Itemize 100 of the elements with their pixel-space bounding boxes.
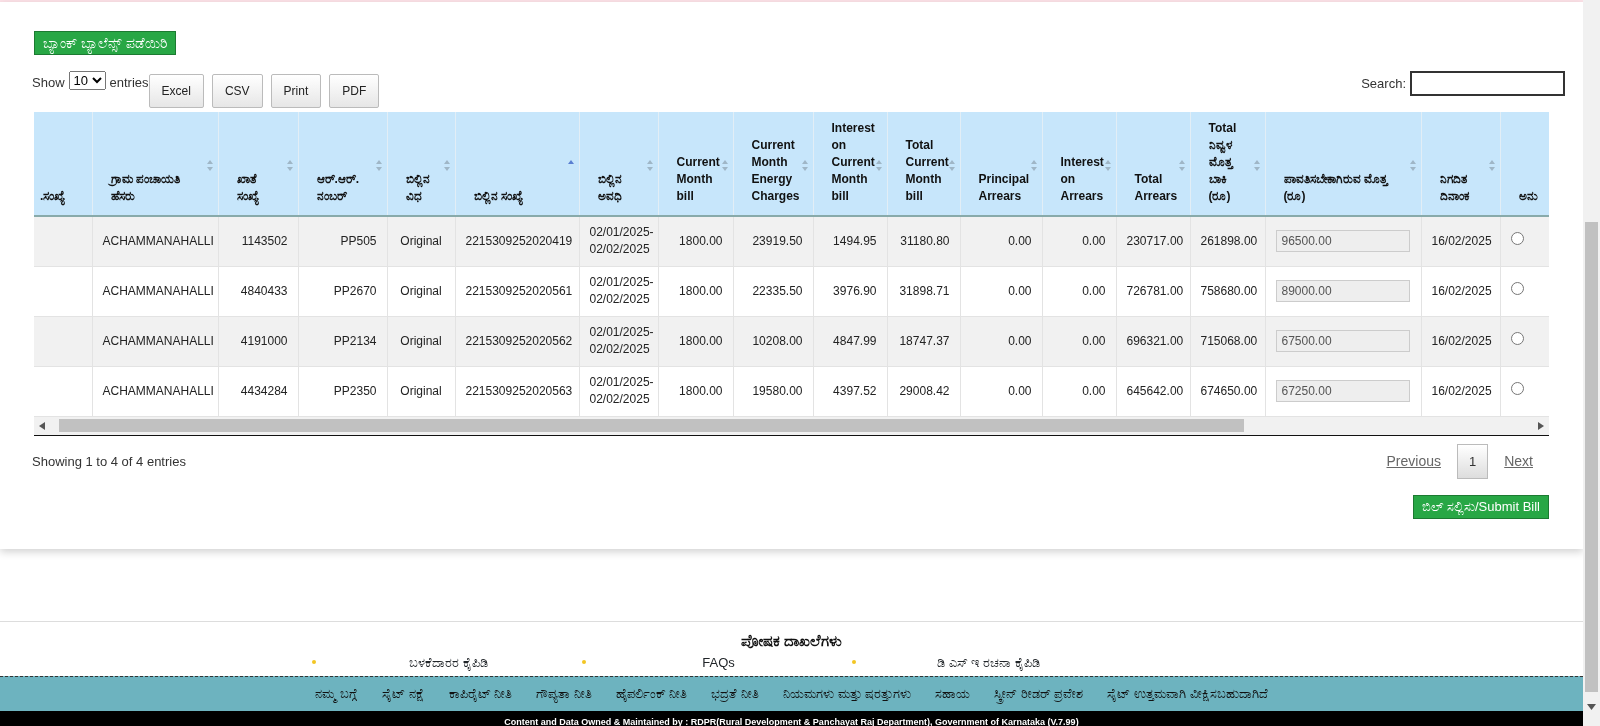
column-header[interactable]: ಖಾತೆ ಸಂಖ್ಯೆ xyxy=(218,112,298,216)
page-button[interactable]: 1 xyxy=(1456,443,1489,479)
column-header[interactable]: Total ನಿವ್ವಳ ಮೊತ್ತ ಬಾಕಿ (ರೂ) xyxy=(1190,112,1265,216)
scroll-left-icon[interactable] xyxy=(39,421,45,430)
table-cell: 4191000 xyxy=(218,316,298,366)
table-cell: 0.00 xyxy=(1042,216,1116,266)
row-radio[interactable] xyxy=(1510,282,1524,295)
footer-link[interactable]: FAQs xyxy=(702,652,735,672)
table-cell: Original xyxy=(387,266,455,316)
column-header[interactable]: Current Month bill xyxy=(658,112,733,216)
column-header[interactable]: Total Arrears xyxy=(1116,112,1190,216)
table-cell: PP505 xyxy=(298,216,387,266)
table-cell: 1800.00 xyxy=(658,316,733,366)
table-cell: 02/01/2025-02/02/2025 xyxy=(579,216,658,266)
table-cell: Original xyxy=(387,366,455,416)
table-cell: 261898.00 xyxy=(1190,216,1265,266)
copyright-text: Content and Data Owned & Maintained by : RDPR(Rural Development & Panchayat Raj Department), Government of Karnataka (V.7.99) xyxy=(504,717,1079,726)
row-radio[interactable] xyxy=(1510,232,1524,246)
row-radio[interactable] xyxy=(1510,382,1524,395)
column-header[interactable]: ಅನು xyxy=(1500,112,1549,216)
search-field[interactable] xyxy=(1410,71,1565,96)
table-cell: 16/02/2025 xyxy=(1421,316,1500,366)
scroll-right-icon[interactable] xyxy=(1538,421,1544,430)
table-cell: 23919.50 xyxy=(733,216,813,266)
column-header[interactable]: .ಸಂಖ್ಯೆ xyxy=(34,112,92,216)
bullet-icon xyxy=(581,660,586,665)
footer-nav-link[interactable]: ಗೌಪ್ಯತಾ ನೀತಿ xyxy=(536,684,592,704)
scroll-down-icon[interactable] xyxy=(1587,704,1596,710)
entries-select[interactable]: 10 xyxy=(68,71,106,90)
footer-heading: ಪೋಷಕ ದಾಖಲೆಗಳು xyxy=(740,632,843,649)
table-cell: 02/01/2025-02/02/2025 xyxy=(579,366,658,416)
previous-link[interactable]: Previous xyxy=(1386,450,1441,472)
vertical-scrollbar[interactable] xyxy=(1583,0,1600,726)
table-cell: 02/01/2025-02/02/2025 xyxy=(579,316,658,366)
next-link[interactable]: Next xyxy=(1504,450,1533,472)
bullet-icon xyxy=(311,660,316,665)
footer-link[interactable]: ಡಿ ಎಸ್ ಇ ರಚನಾ ಕೈಪಿಡಿ xyxy=(937,652,1040,672)
footer-nav-link[interactable]: ಸಹಾಯ xyxy=(935,684,971,704)
export-button[interactable]: CSV xyxy=(211,74,263,108)
column-header[interactable]: ಪಾವತಿಸಬೇಕಾಗಿರುವ ಮೊತ್ತ (ರೂ) xyxy=(1265,112,1421,216)
column-header[interactable]: ಗ್ರಾಮ ಪಂಚಾಯತಿ ಹೆಸರು xyxy=(92,112,218,216)
column-header[interactable]: ಬಿಲ್ಲಿನ ಸಂಖ್ಯೆ xyxy=(455,112,579,216)
column-header[interactable]: Current Month Energy Charges xyxy=(733,112,813,216)
export-button[interactable]: Print xyxy=(270,74,322,108)
table-cell: 758680.00 xyxy=(1190,266,1265,316)
footer-link[interactable]: ಬಳಕೆದಾರರ ಕೈಪಿಡಿ xyxy=(409,652,488,672)
table-cell: 16/02/2025 xyxy=(1421,266,1500,316)
table-cell: Original xyxy=(387,216,455,266)
column-header[interactable]: Total Current Month bill xyxy=(887,112,960,216)
footer-nav-link[interactable]: ಕಾಪಿರೈಟ್ ನೀತಿ xyxy=(448,684,513,704)
show-label: Show xyxy=(32,74,65,92)
footer-nav-link[interactable]: ಸ್ಕ್ರೀನ್ ರೀಡರ್ ಪ್ರವೇಶ xyxy=(994,684,1084,704)
amount-field[interactable]: 89000.00 xyxy=(1275,280,1410,302)
entries-label: entries xyxy=(109,74,149,92)
table-cell: 696321.00 xyxy=(1116,316,1190,366)
footer-nav-link[interactable]: ಹೈಪರ್ಲಿಂಕ್ ನೀತಿ xyxy=(615,684,688,704)
table-cell: 2215309252020562 xyxy=(455,316,579,366)
amount-field[interactable]: 67500.00 xyxy=(1275,330,1410,352)
footer-nav-link[interactable]: ನಮ್ಮ ಬಗ್ಗೆ xyxy=(315,684,358,704)
bullet-icon xyxy=(851,660,856,665)
column-header[interactable]: ಬಿಲ್ಲಿನ ವಿಧ xyxy=(387,112,455,216)
table-cell: Original xyxy=(387,316,455,366)
row-radio[interactable] xyxy=(1510,332,1524,345)
footer-nav-link[interactable]: ಭದ್ರತೆ ನೀತಿ xyxy=(711,684,759,704)
amount-field[interactable]: 67250.00 xyxy=(1275,380,1410,402)
table-cell: 0.00 xyxy=(960,366,1042,416)
table-cell: 0.00 xyxy=(960,216,1042,266)
table-cell: 16/02/2025 xyxy=(1421,366,1500,416)
table-cell: 1494.95 xyxy=(813,216,887,266)
column-header[interactable]: Principal Arrears xyxy=(960,112,1042,216)
column-header[interactable]: Interest on Current Month bill xyxy=(813,112,887,216)
table-cell: 18747.37 xyxy=(887,316,960,366)
column-header[interactable]: Interest on Arrears xyxy=(1042,112,1116,216)
table-cell: 2215309252020419 xyxy=(455,216,579,266)
table-cell: 16/02/2025 xyxy=(1421,216,1500,266)
search-label: Search: xyxy=(1361,74,1406,93)
table-cell: 674650.00 xyxy=(1190,366,1265,416)
column-header[interactable]: ನಿಗದಿತ ದಿನಾಂಕ xyxy=(1421,112,1500,216)
table-cell: 3976.90 xyxy=(813,266,887,316)
table-cell: ACHAMMANAHALLI xyxy=(92,216,218,266)
table-cell: 4434284 xyxy=(218,366,298,416)
table-cell: 0.00 xyxy=(1042,366,1116,416)
export-button[interactable]: PDF xyxy=(329,74,380,108)
amount-field[interactable]: 96500.00 xyxy=(1275,230,1410,253)
table-cell: 31180.80 xyxy=(887,216,960,266)
table-cell: PP2670 xyxy=(298,266,387,316)
footer-nav-link[interactable]: ಸೈಟ್ ಉತ್ತಮವಾಗಿ ವೀಕ್ಷಿಸಬಹುದಾಗಿದೆ xyxy=(1107,684,1268,704)
table-cell: 10208.00 xyxy=(733,316,813,366)
table-cell: 1143502 xyxy=(218,216,298,266)
table-cell: 19580.00 xyxy=(733,366,813,416)
footer-nav-link[interactable]: ನಿಯಮಗಳು ಮತ್ತು ಷರತ್ತುಗಳು xyxy=(783,684,912,704)
column-header[interactable]: ಆರ್.ಆರ್. ನಂಬರ್ xyxy=(298,112,387,216)
column-header[interactable]: ಬಿಲ್ಲಿನ ಅವಧಿ xyxy=(579,112,658,216)
table-cell: 645642.00 xyxy=(1116,366,1190,416)
table-cell: ACHAMMANAHALLI xyxy=(92,266,218,316)
table-cell: 1800.00 xyxy=(658,216,733,266)
export-button[interactable]: Excel xyxy=(148,74,204,108)
table-cell: 02/01/2025-02/02/2025 xyxy=(579,266,658,316)
entries-info: Showing 1 to 4 of 4 entries xyxy=(32,452,186,471)
footer-nav-link[interactable]: ಸೈಟ್ ನಕ್ಷೆ xyxy=(381,684,425,704)
